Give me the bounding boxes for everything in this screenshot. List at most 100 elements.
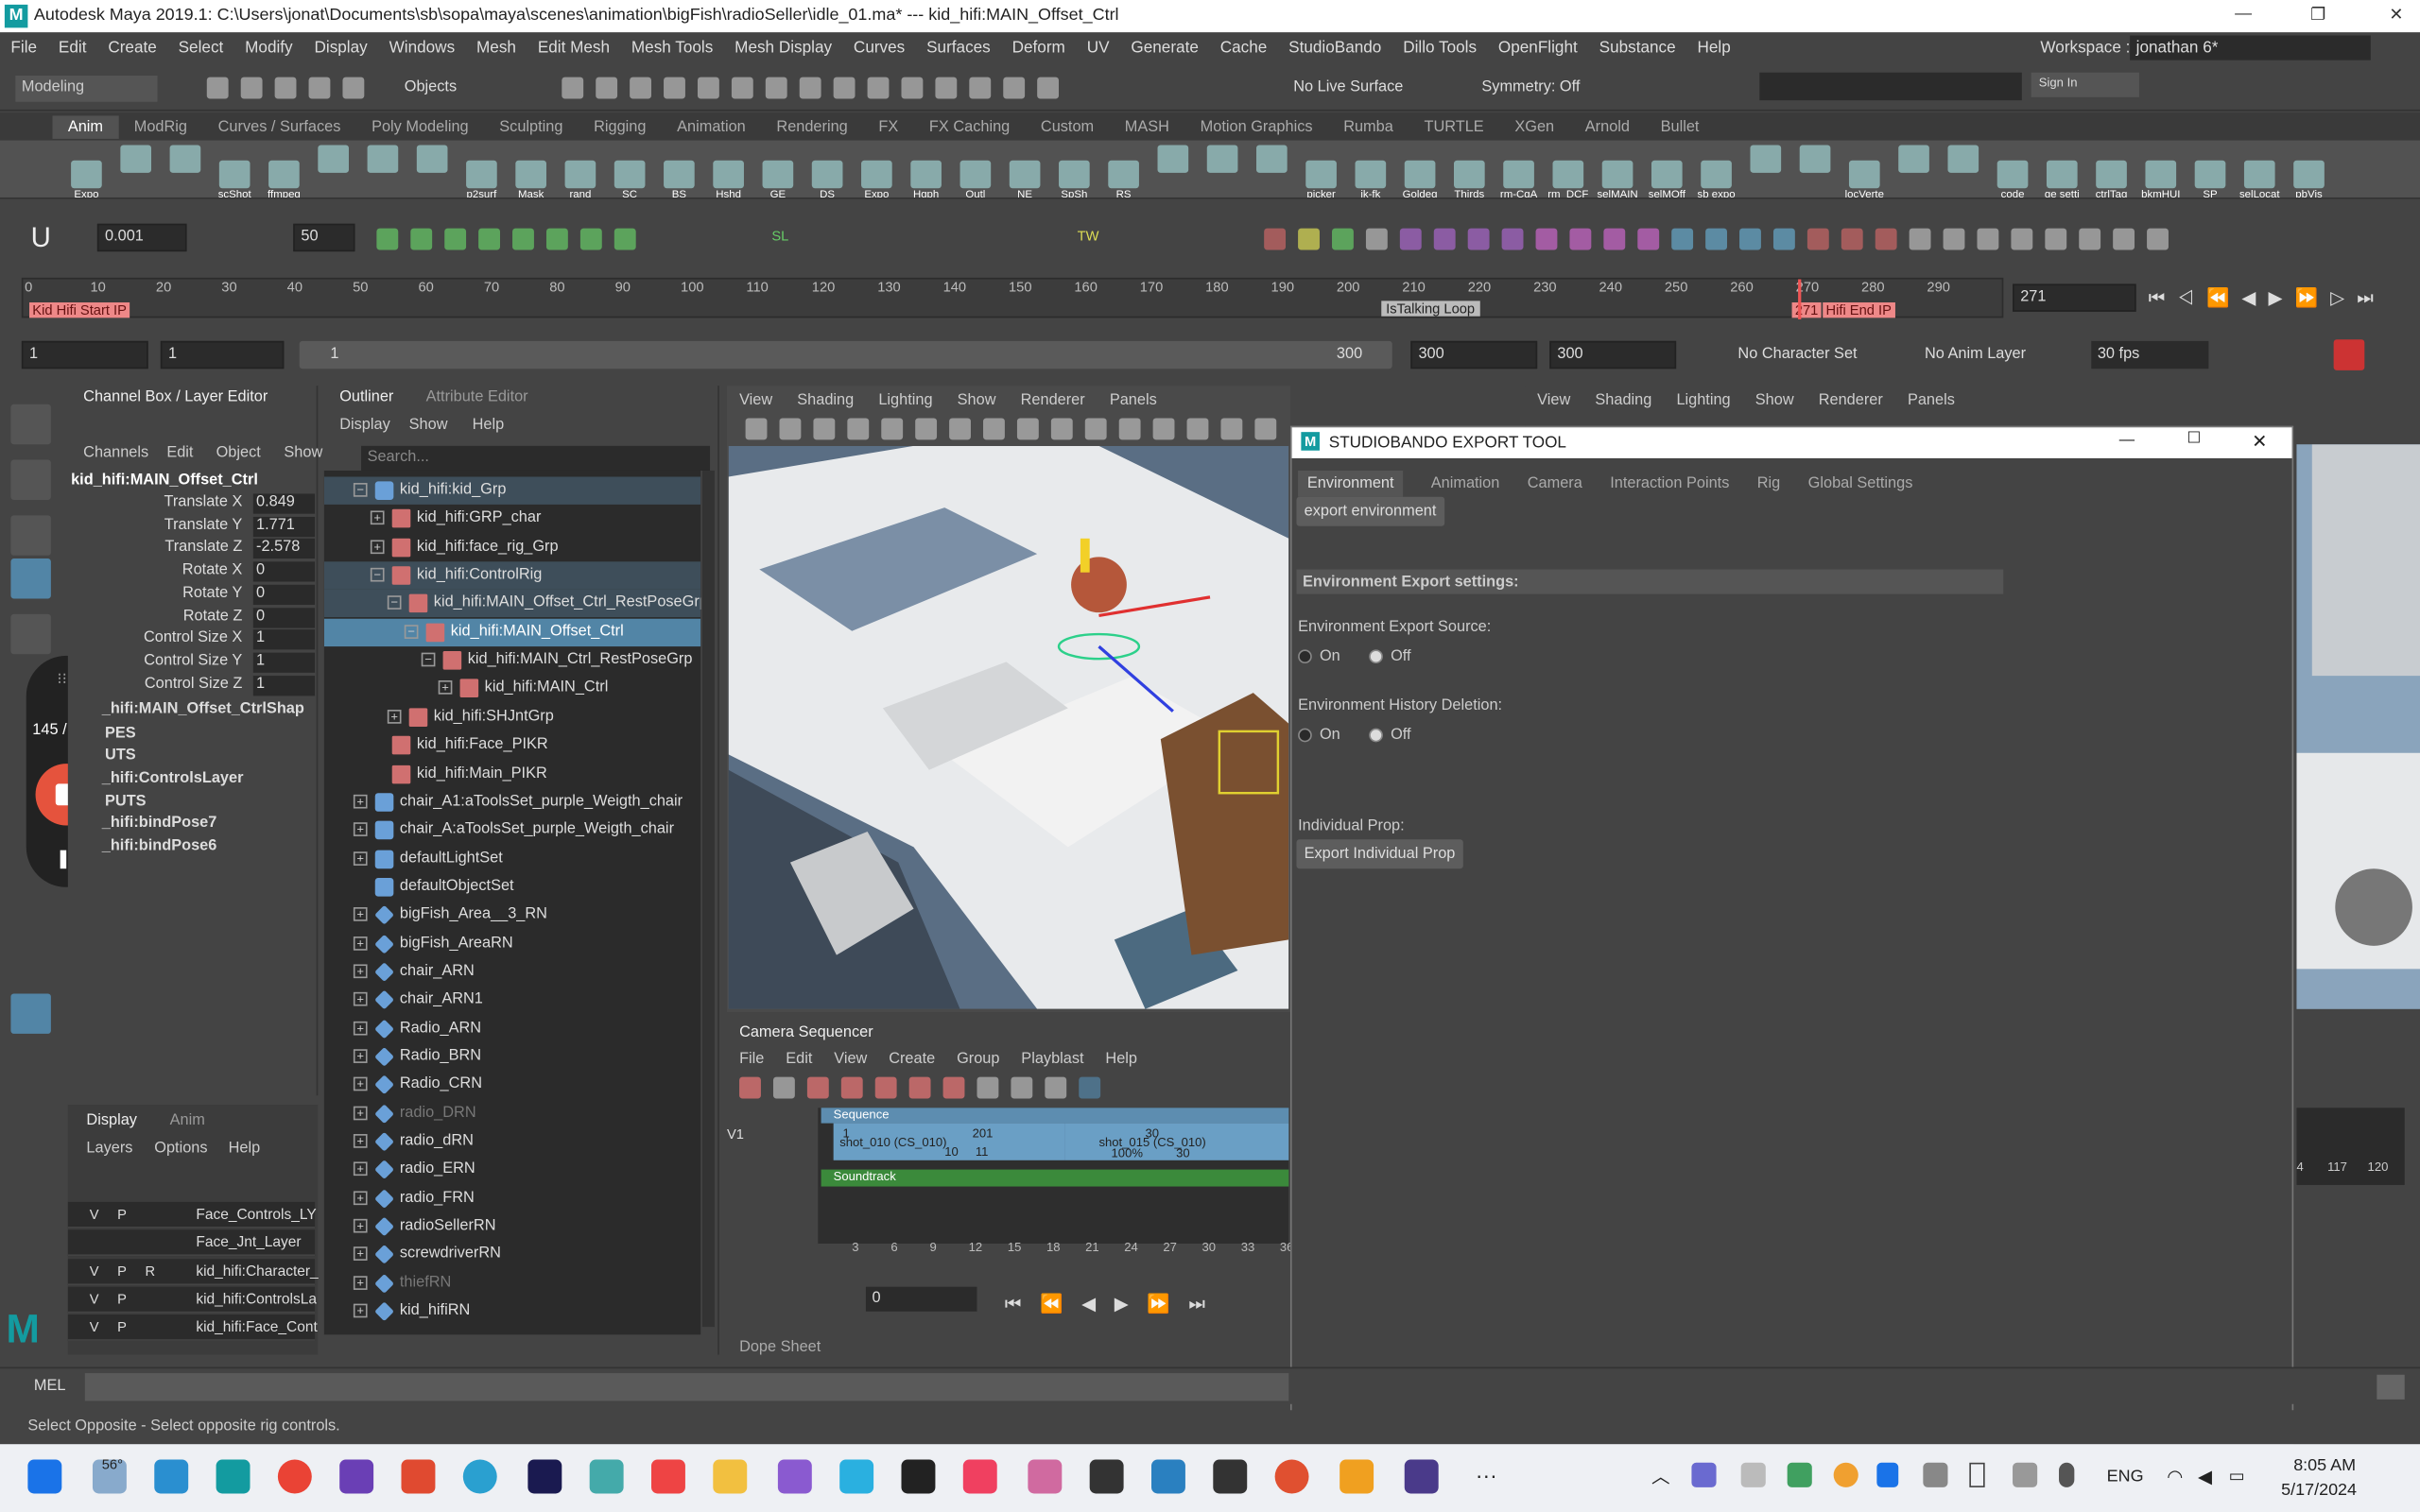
outliner-item[interactable]: + chair_ARN1 [324,987,700,1014]
export-source-on[interactable]: On [1298,648,1340,665]
mel-input[interactable] [84,1373,1289,1401]
help-menu[interactable]: Help [229,1141,261,1158]
shelf-button-22[interactable] [1150,142,1196,198]
shelf-button-35[interactable] [1792,142,1839,198]
layer-row[interactable]: V P Face_Controls_LY [67,1201,317,1228]
expand-toggle-icon[interactable]: + [353,992,368,1007]
expand-toggle-icon[interactable]: + [387,709,402,724]
language-indicator[interactable]: ENG [2107,1468,2144,1486]
shelf-button-15[interactable]: DS [804,158,851,198]
history-deletion-on[interactable]: On [1298,727,1340,744]
outliner-help-menu[interactable]: Help [473,417,505,434]
chrome-icon[interactable] [277,1459,312,1494]
sign-in-button[interactable]: Sign In [2031,72,2139,97]
expand-toggle-icon[interactable]: + [353,1106,368,1120]
marker-start[interactable]: Kid Hifi Start IP [29,302,130,318]
menu-surfaces[interactable]: Surfaces [916,39,1002,58]
outliner-item[interactable]: + kid_hifiRN [324,1297,700,1325]
vp-show-menu[interactable]: Show [958,392,996,409]
shelf-button-9[interactable]: Mask [508,158,554,198]
menu-dillo-tools[interactable]: Dillo Tools [1392,39,1488,58]
maya-taskbar-icon[interactable] [216,1459,251,1494]
export-individual-prop-button[interactable]: Export Individual Prop [1296,839,1463,869]
script-editor-icon[interactable] [2377,1374,2405,1400]
anim-start-field[interactable]: 1 [21,340,148,369]
drag-handle-icon[interactable]: ⁝⁝ [57,671,66,688]
menu-curves[interactable]: Curves [843,39,916,58]
layer-p-toggle[interactable]: P [117,1319,127,1334]
layer-row[interactable]: V P Rkid_hifi:Character_ [67,1258,319,1285]
shelf-button-43[interactable]: SP [2187,158,2234,198]
attribute-value[interactable]: 1 [252,652,316,673]
rv-shading-menu[interactable]: Shading [1595,392,1651,409]
attribute-value[interactable]: 0.849 [252,493,316,514]
seq-frame-field[interactable]: 0 [865,1286,977,1312]
shelf-button-19[interactable]: NE [1002,158,1048,198]
menu-display[interactable]: Display [303,39,378,58]
outliner-item[interactable]: + defaultLightSet [324,845,700,872]
rv-panels-menu[interactable]: Panels [1908,392,1955,409]
3d-viewport[interactable] [728,445,1289,1009]
tray-icon-5[interactable] [2013,1462,2038,1487]
shelf-button-14[interactable]: GE [754,158,801,198]
layer-row[interactable]: Face_Jnt_Layer [67,1229,316,1257]
menu-mesh-tools[interactable]: Mesh Tools [620,39,723,58]
shelf-tab-xgen[interactable]: XGen [1499,115,1569,138]
magnet-icon[interactable]: U [31,222,51,254]
shelf-tab-custom[interactable]: Custom [1026,115,1110,138]
outliner-item[interactable]: + Radio_BRN [324,1043,700,1071]
current-time-indicator[interactable] [1798,279,1802,319]
attribute-name[interactable]: Control Size X [144,629,242,646]
status-search-field[interactable] [1759,72,2022,101]
expand-toggle-icon[interactable]: − [353,483,368,497]
mel-label[interactable]: MEL [34,1378,66,1395]
microphone-icon[interactable] [2059,1462,2075,1487]
layout-icon[interactable] [10,993,51,1034]
export-tab-interaction-points[interactable]: Interaction Points [1610,475,1729,492]
outliner-show-menu[interactable]: Show [409,417,448,434]
minimize-button[interactable]: — [2235,5,2252,24]
wifi-icon[interactable]: ◠ [2167,1466,2183,1487]
symmetry-select[interactable]: Symmetry: Off [1481,78,1580,95]
right-scene-render[interactable] [2296,444,2420,1009]
seq-playblast-menu[interactable]: Playblast [1021,1051,1083,1068]
tw-label[interactable]: TW [1078,229,1099,244]
shelf-button-5[interactable] [310,142,356,198]
move-tool-icon[interactable] [10,558,51,599]
layer-row[interactable]: V Pkid_hifi:ControlsLa [67,1286,317,1314]
outliner-item[interactable]: + kid_hifi:MAIN_Ctrl [324,675,700,702]
shelf-tab-motion-graphics[interactable]: Motion Graphics [1184,115,1328,138]
google-drive-icon[interactable] [1787,1462,1812,1487]
menu-deform[interactable]: Deform [1001,39,1076,58]
vp-panels-menu[interactable]: Panels [1110,392,1157,409]
expand-toggle-icon[interactable]: + [353,822,368,837]
edge-icon[interactable] [462,1459,497,1494]
outliner-item[interactable]: − kid_hifi:MAIN_Offset_Ctrl [323,618,701,646]
character-set-select[interactable]: No Character Set [1737,346,1857,363]
usb-icon[interactable] [1969,1462,1985,1487]
export-maximize-button[interactable]: ☐ [2187,431,2202,448]
outliner-item[interactable]: − kid_hifi:MAIN_Ctrl_RestPoseGrp [324,646,700,674]
expand-toggle-icon[interactable]: + [353,1191,368,1205]
slack-icon[interactable] [589,1459,624,1494]
attribute-value[interactable]: 0 [252,607,316,627]
battery-icon[interactable]: ▭ [2229,1466,2245,1486]
attribute-value[interactable]: -2.578 [252,539,316,559]
playback-end-field[interactable]: 300 [1410,340,1538,369]
rotate-tool-icon[interactable] [10,613,51,655]
shelf-button-41[interactable]: ctrlTag [2088,158,2135,198]
expand-toggle-icon[interactable]: − [387,595,402,610]
attribute-value[interactable]: 1 [252,629,316,650]
expand-toggle-icon[interactable]: + [353,1218,368,1233]
outliner-item[interactable]: − kid_hifi:kid_Grp [323,476,701,505]
output-bindpose6[interactable]: _hifi:bindPose6 [102,838,217,855]
shelf-tab-fx[interactable]: FX [863,115,914,138]
shelf-button-34[interactable] [1742,142,1789,198]
search-app-icon[interactable] [1340,1459,1374,1494]
tray-icon-2[interactable] [1740,1462,1766,1487]
seq-file-menu[interactable]: File [739,1051,764,1068]
menu-select[interactable]: Select [167,39,234,58]
shelf-button-39[interactable]: code [1990,158,2036,198]
tray-icon-3[interactable] [1833,1462,1858,1487]
rv-lighting-menu[interactable]: Lighting [1676,392,1730,409]
